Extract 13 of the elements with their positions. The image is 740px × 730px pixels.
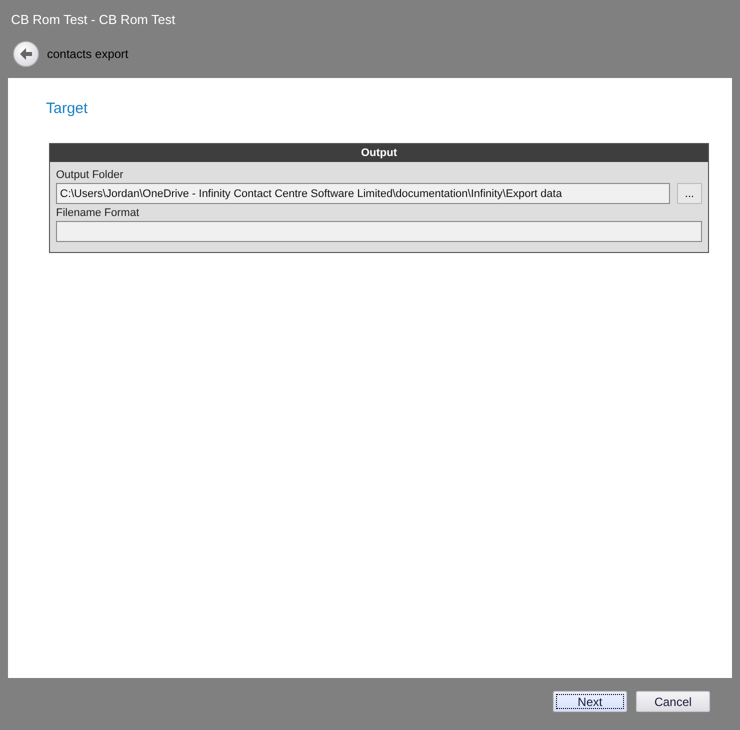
page-title: contacts export <box>47 47 128 61</box>
field-label: Output Folder <box>56 169 124 181</box>
group-title: Output <box>50 144 708 162</box>
field-label: Filename Format <box>56 207 140 219</box>
input-field[interactable]: C:\Users\Jordan\OneDrive - Infinity Contact Centre Software Limited\documentation\Infinity\Export data <box>56 183 670 204</box>
browse-button[interactable]: ... <box>677 183 702 204</box>
back-arrow-icon <box>19 47 33 61</box>
input-field[interactable] <box>56 221 702 242</box>
dialog-button[interactable]: Cancel <box>636 691 710 712</box>
window-title: CB Rom Test - CB Rom Test <box>10 11 176 29</box>
dialog-button[interactable]: Next <box>553 691 627 712</box>
back-button[interactable] <box>13 41 39 67</box>
section-heading: Target <box>46 100 89 117</box>
